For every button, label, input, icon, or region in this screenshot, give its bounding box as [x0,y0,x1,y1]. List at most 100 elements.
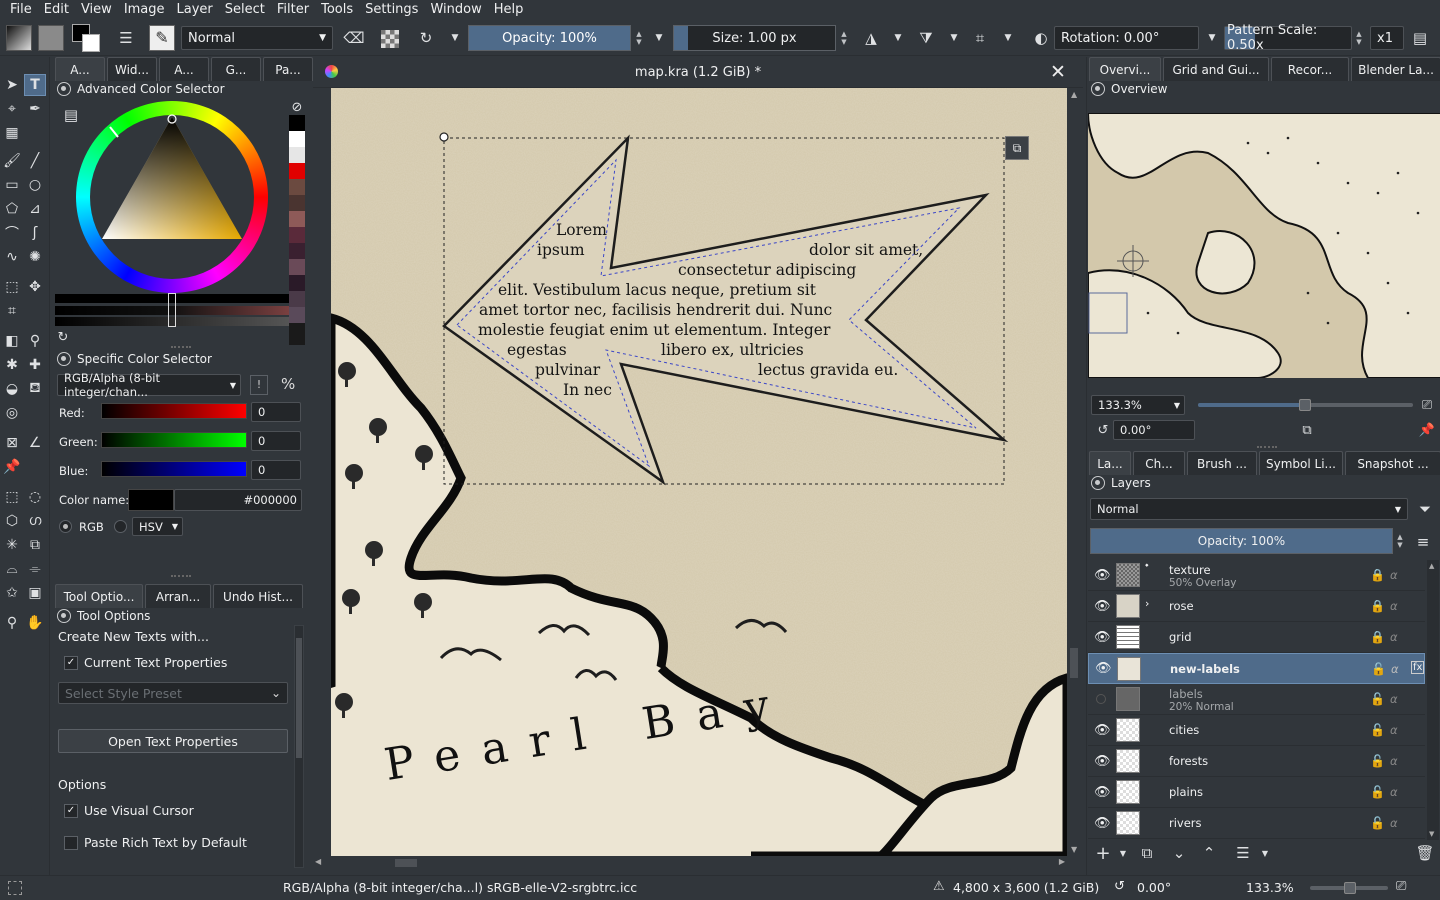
lock-icon[interactable]: 🔓 [1370,816,1385,830]
alpha-icon[interactable]: α [1390,630,1398,644]
divider-grip[interactable] [1257,446,1277,449]
mirror-view-icon[interactable]: ⧉ [1297,420,1317,440]
size-spinner[interactable]: ▲ ▼ [837,26,851,50]
eye-icon[interactable]: 👁 [1095,661,1112,676]
clear-history-icon[interactable]: ⊘ [287,97,307,117]
pan-tool-icon[interactable]: ✋ [24,612,46,634]
pin-icon[interactable]: 📌 [1417,420,1437,440]
pattern-swatch[interactable] [38,25,64,51]
canvas[interactable]: Lorem ipsum dolor sit amet, consectetur … [331,88,1067,856]
layer-list-scrollbar[interactable]: ▲ ▼ [1427,560,1439,840]
color-info-icon[interactable]: ǃ [250,375,268,395]
filter-icon[interactable]: ⏷ [1415,499,1435,519]
panel-float-icon[interactable] [57,609,71,623]
transform-tool-icon[interactable]: ⬚ [1,276,23,298]
layer-row[interactable]: 👁 ⬩ texture 50% Overlay 🔒 α [1088,560,1425,591]
alpha-icon[interactable]: α [1390,785,1398,799]
size-slider[interactable]: Size: 1.00 px [673,25,836,51]
chevron-down-icon[interactable]: ▼ [1255,843,1275,863]
eye-hidden-icon[interactable] [1096,694,1106,704]
eye-icon[interactable]: 👁 [1094,630,1111,645]
menu-select[interactable]: Select [219,1,271,19]
hsv-select[interactable]: HSV ▼ [132,517,183,536]
tab-advanced-color[interactable]: A... [55,57,105,81]
overview-thumbnail[interactable] [1088,113,1440,378]
layer-row[interactable]: 👁 cities 🔓 α [1088,715,1425,746]
lock-icon[interactable]: 🔓 [1370,723,1385,737]
rotation-dial-icon[interactable]: ◐ [1031,28,1051,48]
tab-overview[interactable]: Overvi... [1089,57,1161,81]
layer-row[interactable]: 👁 plains 🔓 α [1088,777,1425,808]
color-history-strip[interactable] [289,115,305,345]
brush-tool-icon[interactable]: 🖌 [1,150,23,172]
menu-view[interactable]: View [75,1,118,19]
lock-icon[interactable]: 🔓 [1371,662,1386,676]
eye-icon[interactable]: 👁 [1094,568,1111,583]
ellipse-select-tool-icon[interactable]: ◌ [24,486,46,508]
panel-float-icon[interactable] [57,352,71,366]
add-layer-icon[interactable]: + [1093,843,1113,864]
zoom-tool-icon[interactable]: ⚲ [1,612,23,634]
eye-icon[interactable]: 👁 [1094,723,1111,738]
chevron-down-icon[interactable]: ▼ [888,28,908,48]
gradient-swatch[interactable] [6,25,32,51]
calligraphy-tool-icon[interactable]: ✒ [24,98,46,120]
rectangle-tool-icon[interactable]: ▭ [1,174,23,196]
layer-opacity-spinner[interactable]: ▲ ▼ [1393,529,1407,553]
colorize-mask-tool-icon[interactable]: ✱ [1,354,23,376]
color-triangle[interactable] [76,101,268,293]
contiguous-select-tool-icon[interactable]: ✳ [1,534,23,556]
multibrush-tool-icon[interactable]: ✺ [24,246,46,268]
chevron-down-icon[interactable]: ▼ [1202,28,1222,48]
tab-palette[interactable]: Pa... [263,57,313,81]
assistant-tool-icon[interactable]: ◎ [1,402,23,424]
canvas-vertical-scrollbar[interactable]: ▲ ▼ [1067,88,1083,856]
layer-blend-select[interactable]: Normal ▼ [1090,498,1408,520]
tab-grid-guides[interactable]: Grid and Gui... [1163,57,1269,81]
fit-view-icon[interactable]: ⎚ [1396,879,1406,894]
pattern-scale-spinner[interactable]: ▲ ▼ [1352,26,1366,50]
color-hex-field[interactable]: #000000 [174,489,302,511]
close-icon[interactable]: ✕ [1050,61,1066,83]
menu-window[interactable]: Window [424,1,487,19]
lock-icon[interactable]: 🔓 [1370,692,1385,706]
paste-rich-text-checkbox[interactable] [64,836,78,850]
opacity-spinner[interactable]: ▲ ▼ [632,26,646,50]
menu-image[interactable]: Image [118,1,171,19]
refresh-icon[interactable]: ↻ [53,327,73,347]
lock-icon[interactable]: 🔓 [1370,754,1385,768]
blue-slider[interactable] [101,461,247,477]
lock-icon[interactable]: 🔒 [1370,568,1385,582]
green-field[interactable]: 0 [251,431,301,451]
dynamic-brush-tool-icon[interactable]: ∿ [1,246,23,268]
select-shapes-tool-icon[interactable]: ➤ [1,74,23,96]
opacity-slider[interactable]: Opacity: 100% [468,25,631,51]
angle-tool-icon[interactable]: ∠ [24,432,46,454]
bezier-select-tool-icon[interactable]: ⌓ [1,558,23,580]
fg-bg-color-swatch[interactable] [72,24,102,52]
polyline-tool-icon[interactable]: ⊿ [24,198,46,220]
open-text-properties-button[interactable]: Open Text Properties [58,729,288,753]
tab-tool-options[interactable]: Tool Optio... [55,584,143,608]
measure-tool-icon[interactable]: ⊠ [1,432,23,454]
overview-zoom-slider[interactable] [1198,399,1413,411]
gradient-edit-tool-icon[interactable]: ▦ [1,122,23,144]
crop-tool-icon[interactable]: ⌗ [1,300,23,322]
status-selection-icon[interactable] [8,881,22,895]
red-field[interactable]: 0 [251,402,301,422]
magnetic-select-tool-icon[interactable]: ⌯ [24,558,46,580]
green-slider[interactable] [101,432,247,448]
alpha-icon[interactable]: α [1390,568,1398,582]
delete-layer-icon[interactable]: 🗑 [1415,843,1435,863]
rotation-field[interactable]: Rotation: 0.00° [1054,26,1199,50]
style-preset-select[interactable]: Select Style Preset ⌄ [58,682,288,704]
color-model-select[interactable]: RGB/Alpha (8-bit integer/chan... ▼ [57,371,241,399]
panel-float-icon[interactable] [57,82,71,96]
tab-a[interactable]: A... [159,57,209,81]
wrap-around-icon[interactable]: ⌗ [970,28,990,48]
tab-channels[interactable]: Ch... [1133,451,1185,475]
eye-icon[interactable]: 👁 [1094,816,1111,831]
fill-tool-icon[interactable]: ◒ [1,378,23,400]
panel-float-icon[interactable] [1091,82,1105,96]
docker-layout-icon[interactable]: ▤ [1410,28,1430,48]
